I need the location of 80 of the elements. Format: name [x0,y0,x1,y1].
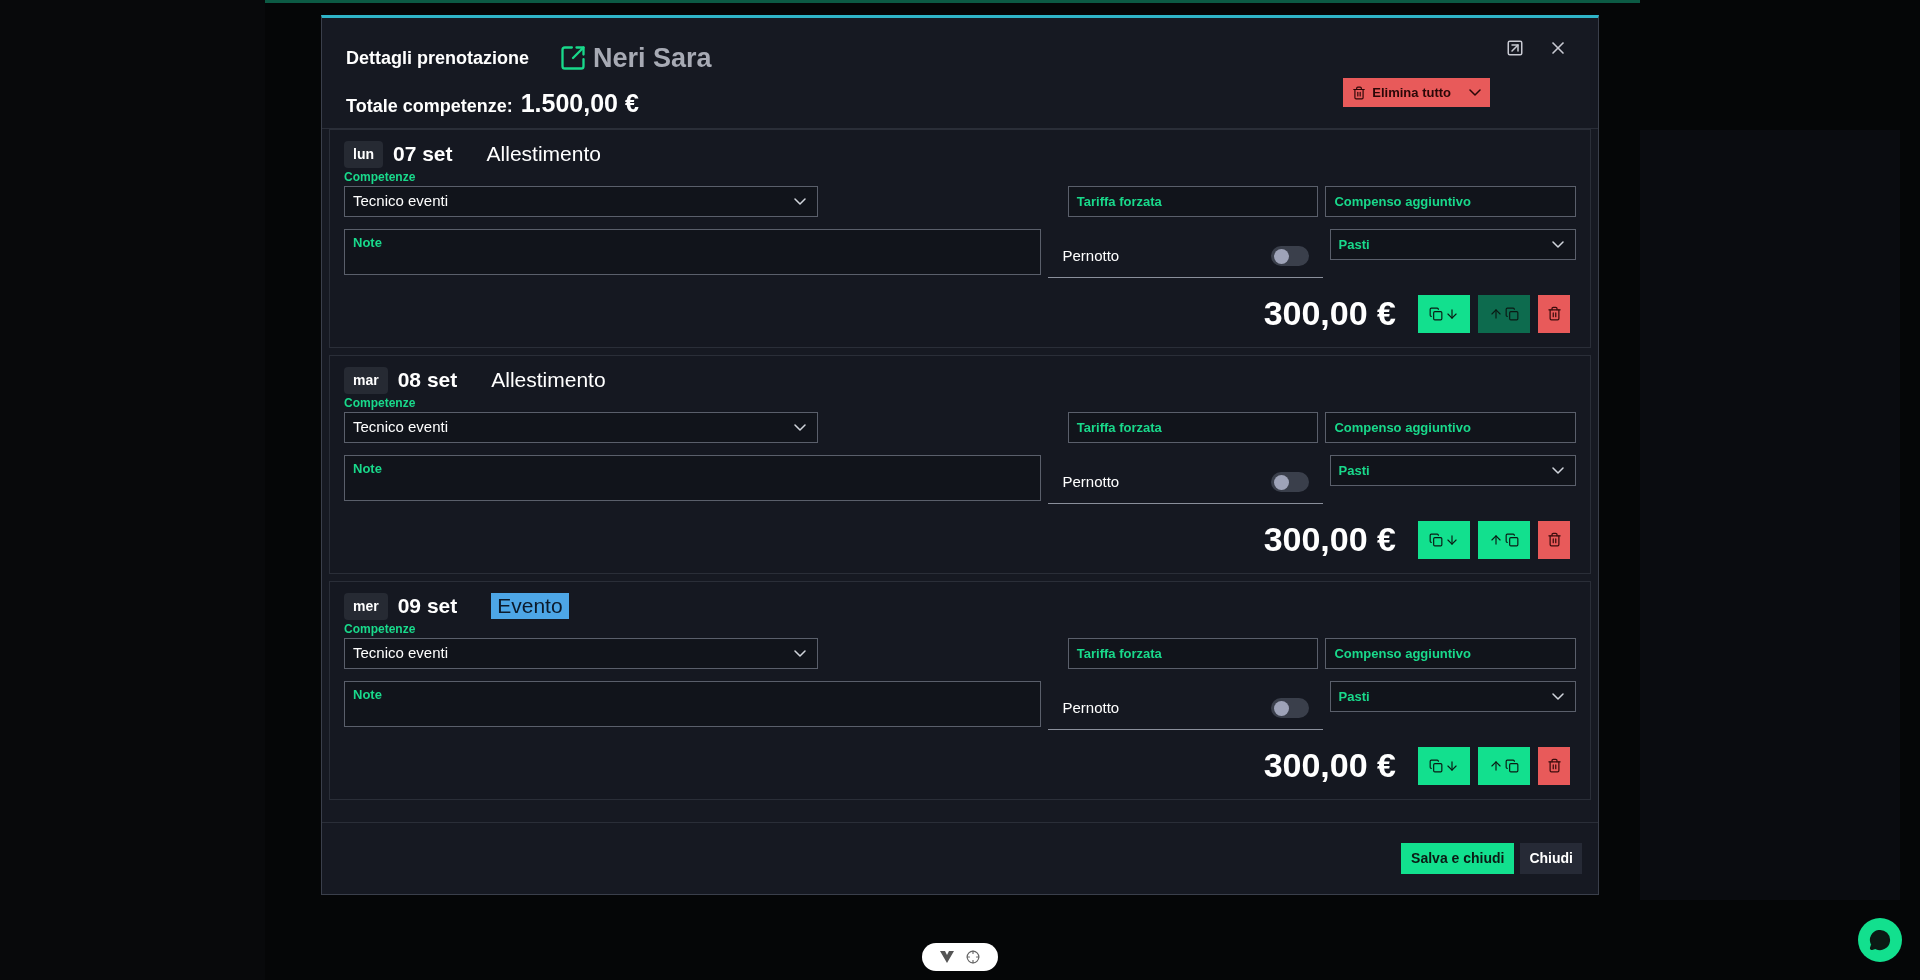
notes-field[interactable]: Note [344,681,1042,727]
notes-field[interactable]: Note [344,455,1042,501]
crosshair-icon[interactable] [966,950,980,964]
chevron-icon [794,198,807,205]
copy-icon [1505,532,1519,547]
copy-icon [1429,532,1443,547]
chevron-icon [1552,467,1564,474]
chevron-icon [794,650,807,657]
chevron-icon [1552,241,1564,248]
total-amount: 1.500,00 € [520,87,639,119]
copy-down-button[interactable] [1418,520,1470,559]
chevron-icon [1552,693,1564,700]
copy-down-button[interactable] [1418,294,1470,333]
save-close-button[interactable]: Salva e chiudi [1401,843,1515,874]
trash-icon [1352,85,1367,100]
arrow-down-icon [1445,532,1459,547]
arrow-up-icon [1489,532,1503,547]
day-amount: 300,00 € [1263,519,1396,560]
chat-button[interactable] [1858,918,1902,962]
day-date: 09 set [397,593,458,620]
skill-select[interactable]: Tecnico eventi [344,638,819,669]
rate-field[interactable]: Tariffa forzata [1067,638,1319,669]
arrow-down-icon [1445,306,1459,321]
v-logo-icon[interactable] [940,951,954,963]
arrow-up-icon [1489,758,1503,773]
delete-button[interactable] [1538,294,1570,333]
phase-label: Allestimento [491,367,606,394]
phase-label: Allestimento [486,141,601,168]
overnight-label: Pernotto [1062,471,1120,492]
weekday-badge: lun [344,140,383,168]
rate-field[interactable]: Tariffa forzata [1067,186,1319,217]
day-date: 07 set [393,141,453,168]
person-link[interactable]: Neri Sara [559,38,712,79]
extra-fee-field[interactable]: Compenso aggiuntivo [1325,638,1576,669]
trash-icon [1546,306,1562,321]
overnight-label: Pernotto [1062,245,1120,266]
chevron-icon [1469,89,1481,96]
day-date: 08 set [397,367,458,394]
meals-select[interactable]: Pasti [1329,229,1576,260]
extra-fee-field[interactable]: Compenso aggiuntivo [1325,186,1576,217]
skill-select[interactable]: Tecnico eventi [344,412,819,443]
arrow-up-icon [1489,306,1503,321]
extra-fee-field[interactable]: Compenso aggiuntivo [1325,412,1576,443]
delete-all-button[interactable]: Elimina tutto [1343,78,1490,107]
skill-select[interactable]: Tecnico eventi [344,186,819,217]
total-label: Totale competenze: [346,94,513,118]
weekday-badge: mer [344,592,388,620]
copy-up-button[interactable] [1478,520,1530,559]
close-button[interactable]: Chiudi [1520,843,1582,874]
phase-label: Evento [491,593,569,619]
copy-up-button[interactable] [1478,746,1530,785]
trash-icon [1546,532,1562,547]
external-link-icon [559,44,587,73]
day-amount: 300,00 € [1263,293,1396,334]
expand-icon[interactable] [1506,39,1524,57]
meals-select[interactable]: Pasti [1329,681,1576,712]
chat-bubble-icon [1869,929,1891,951]
copy-icon [1505,758,1519,773]
overnight-toggle[interactable] [1270,698,1309,718]
modal-title: Dettagli prenotazione [346,46,529,70]
meals-select[interactable]: Pasti [1329,455,1576,486]
field-label: Competenze [344,396,417,410]
copy-icon [1429,758,1443,773]
trash-icon [1546,758,1562,773]
overnight-label: Pernotto [1062,697,1120,718]
rate-field[interactable]: Tariffa forzata [1067,412,1319,443]
day-amount: 300,00 € [1263,745,1396,786]
arrow-down-icon [1445,758,1459,773]
chevron-icon [794,424,807,431]
delete-button[interactable] [1538,746,1570,785]
copy-down-button[interactable] [1418,746,1470,785]
copy-icon [1505,306,1519,321]
copy-icon [1429,306,1443,321]
notes-field[interactable]: Note [344,229,1042,275]
overnight-toggle[interactable] [1270,246,1309,266]
weekday-badge: mar [344,366,388,394]
delete-button[interactable] [1538,520,1570,559]
field-label: Competenze [344,170,417,184]
overnight-toggle[interactable] [1270,472,1309,492]
field-label: Competenze [344,622,417,636]
